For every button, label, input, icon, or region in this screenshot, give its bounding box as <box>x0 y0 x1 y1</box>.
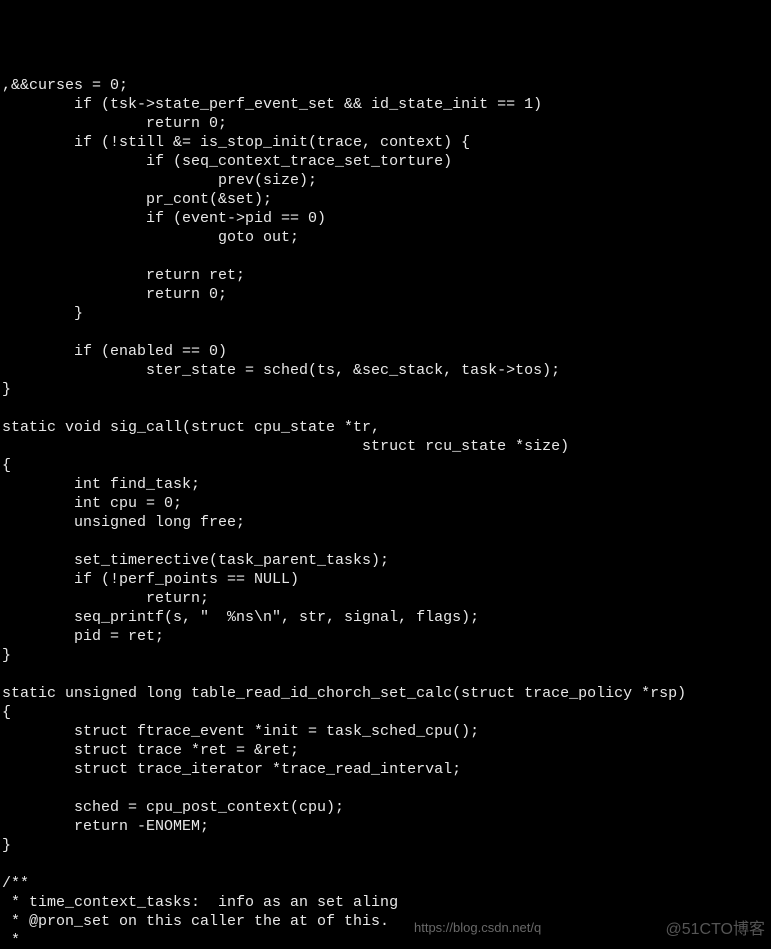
watermark-logo: @51CTO博客 <box>665 920 765 939</box>
code-block: ,&&curses = 0; if (tsk->state_perf_event… <box>0 76 771 949</box>
watermark-url: https://blog.csdn.net/q <box>414 918 541 937</box>
